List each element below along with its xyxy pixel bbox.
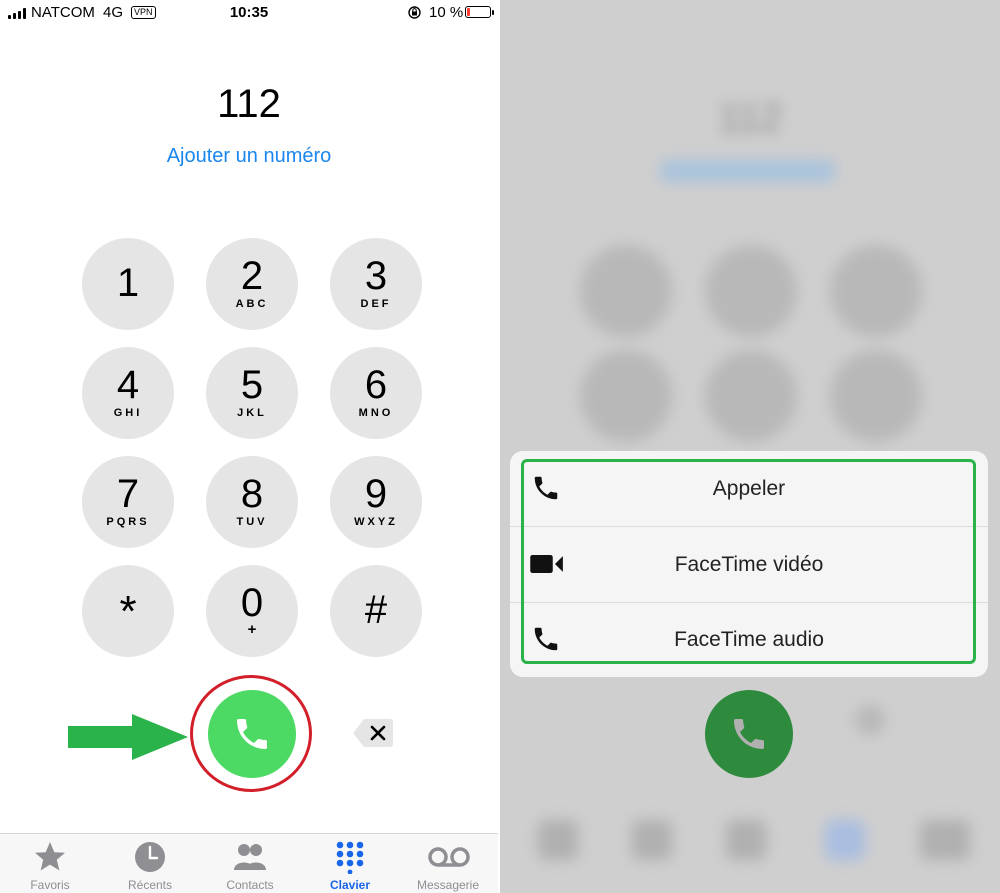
key-7[interactable]: 7 PQRS (82, 456, 174, 548)
key-letters: MNO (358, 407, 394, 419)
phone-icon (237, 719, 267, 749)
key-2[interactable]: 2 ABC (206, 238, 298, 330)
key-letters: ABC (235, 298, 269, 310)
key-8[interactable]: 8 TUV (206, 456, 298, 548)
key-4[interactable]: 4 GHI (82, 347, 174, 439)
key-letters: JKL (237, 407, 267, 419)
call-button[interactable] (208, 690, 296, 778)
key-digit: 4 (116, 363, 140, 407)
key-letters: DEF (360, 298, 392, 310)
tab-favoris[interactable]: Favoris (0, 834, 100, 893)
blurred-tab (920, 820, 970, 860)
key-digit: * (119, 587, 137, 636)
tab-contacts[interactable]: Contacts (200, 834, 300, 893)
blurred-tab (632, 820, 672, 860)
key-digit: 5 (240, 363, 264, 407)
blurred-tab (726, 820, 766, 860)
tab-label: Messagerie (416, 878, 480, 892)
key-1[interactable]: 1 (82, 238, 174, 330)
tab-label: Contacts (226, 878, 274, 892)
battery-percentage: 10 % (429, 4, 464, 21)
blurred-key (830, 245, 922, 337)
voicemail-icon (428, 847, 470, 867)
annotation-arrow-icon (68, 714, 188, 760)
call-button-dimmed[interactable] (705, 690, 793, 778)
annotation-highlight-frame (521, 459, 976, 664)
blurred-key (705, 350, 797, 442)
blurred-key (830, 350, 922, 442)
tab-label: Favoris (30, 878, 70, 892)
tab-recents[interactable]: Récents (100, 834, 200, 893)
phone-icon (734, 719, 764, 749)
key-6[interactable]: 6 MNO (330, 347, 422, 439)
key-digit: # (364, 588, 388, 632)
blurred-key (705, 245, 797, 337)
key-letters: WXYZ (354, 516, 398, 528)
key-letters: TUV (236, 516, 268, 528)
key-hash[interactable]: # (330, 565, 422, 657)
key-digit: 9 (364, 472, 388, 516)
blurred-add-number-link (660, 160, 835, 182)
add-number-link[interactable]: Ajouter un numéro (0, 145, 498, 168)
tab-bar: Favoris Récents Contacts Clavier Message… (0, 833, 498, 893)
key-0[interactable]: 0 + (206, 565, 298, 657)
key-star[interactable]: * (82, 565, 174, 657)
tab-clavier[interactable]: Clavier (300, 834, 400, 893)
key-5[interactable]: 5 JKL (206, 347, 298, 439)
key-digit: 8 (240, 472, 264, 516)
key-9[interactable]: 9 WXYZ (330, 456, 422, 548)
blurred-key (580, 245, 672, 337)
key-letters: + (247, 621, 257, 638)
clock-time: 10:35 (229, 4, 269, 21)
battery-icon (465, 6, 491, 18)
key-letters: PQRS (106, 516, 150, 528)
key-digit: 1 (116, 261, 140, 305)
key-digit: 6 (364, 363, 388, 407)
star-icon (35, 842, 65, 871)
tab-label: Récents (127, 878, 173, 892)
key-digit: 3 (364, 254, 388, 298)
key-3[interactable]: 3 DEF (330, 238, 422, 330)
key-digit: 0 (240, 581, 264, 625)
tab-label: Clavier (329, 878, 371, 892)
blurred-delete-key (855, 705, 885, 735)
dialer-screen: NATCOM 4G VPN 10:35 10 % 112 Ajouter un … (0, 0, 498, 893)
key-digit: 7 (116, 472, 140, 516)
key-digit: 2 (240, 254, 264, 298)
delete-icon[interactable] (352, 717, 394, 749)
rotation-lock-icon (408, 6, 421, 19)
call-options-screen: 112 Appeler FaceTime vidéo FaceTime audi… (500, 0, 1000, 893)
blurred-key (580, 350, 672, 442)
blurred-number: 112 (718, 96, 782, 140)
keypad-icon (336, 841, 364, 874)
key-letters: GHI (113, 407, 143, 419)
blurred-tab (538, 820, 578, 860)
clock-icon (135, 842, 165, 872)
tab-messagerie[interactable]: Messagerie (398, 834, 498, 893)
status-bar: NATCOM 4G VPN 10:35 10 % (0, 0, 498, 26)
entered-number: 112 (217, 82, 281, 126)
contacts-icon (234, 844, 266, 870)
blurred-tab (825, 820, 865, 860)
